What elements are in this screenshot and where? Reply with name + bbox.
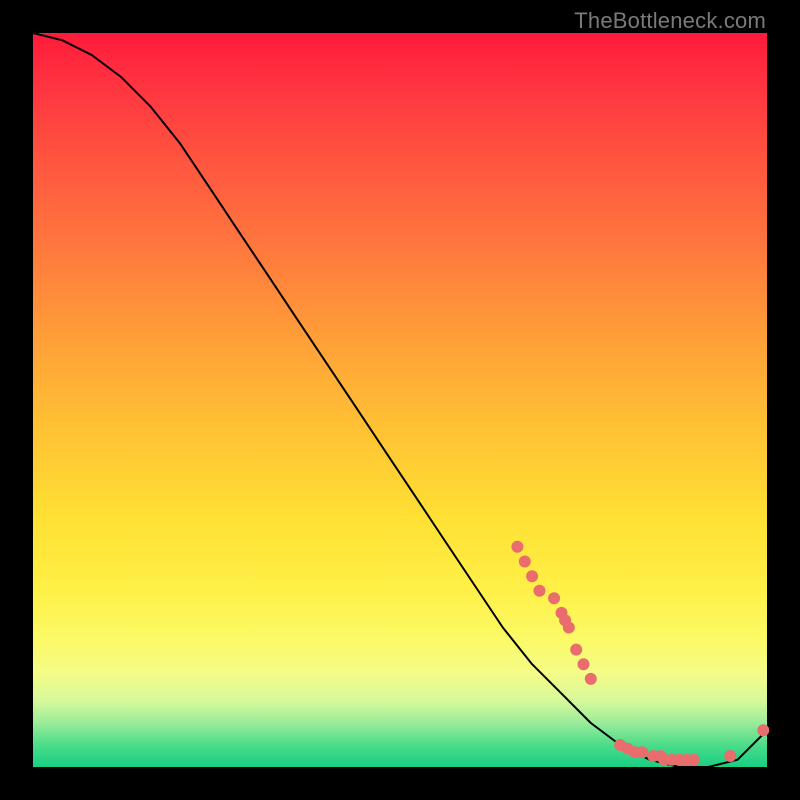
bottleneck-curve-line <box>33 33 767 767</box>
highlight-point <box>724 750 736 762</box>
highlight-point <box>511 541 523 553</box>
highlight-point <box>526 570 538 582</box>
highlight-point <box>578 658 590 670</box>
highlight-point <box>563 622 575 634</box>
chart-container: TheBottleneck.com <box>0 0 800 800</box>
highlighted-points-group <box>511 541 769 766</box>
highlight-point <box>636 746 648 758</box>
highlight-point <box>757 724 769 736</box>
highlight-point <box>688 754 700 766</box>
chart-svg <box>0 0 800 800</box>
highlight-point <box>519 556 531 568</box>
highlight-point <box>570 644 582 656</box>
highlight-point <box>585 673 597 685</box>
highlight-point <box>534 585 546 597</box>
highlight-point <box>548 592 560 604</box>
